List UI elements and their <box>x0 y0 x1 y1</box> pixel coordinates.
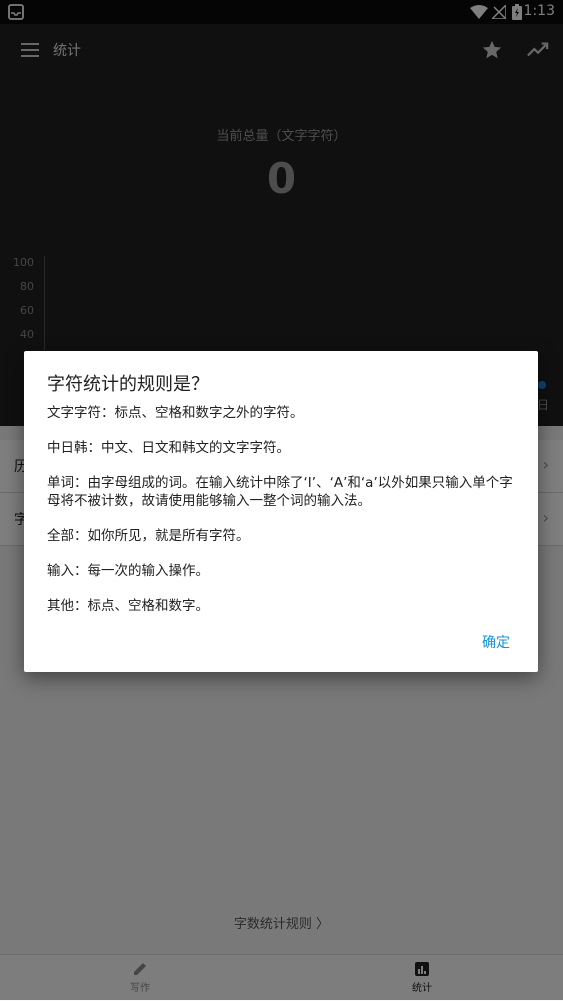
rule-words: 单词：由字母组成的词。在输入统计中除了‘I’、‘A’和‘a’以外如果只输入单个字… <box>47 475 513 509</box>
rule-input: 输入：每一次的输入操作。 <box>47 563 209 579</box>
dialog-title: 字符统计的规则是？ <box>47 374 209 395</box>
rules-dialog: 字符统计的规则是？ 文字字符：标点、空格和数字之外的字符。 中日韩：中文、日文和… <box>24 351 538 672</box>
rule-text: 文字字符：标点、空格和数字之外的字符。 <box>47 405 304 421</box>
rule-other: 其他：标点、空格和数字。 <box>47 598 209 614</box>
ok-button[interactable]: 确定 <box>482 632 510 652</box>
rule-all: 全部：如你所见，就是所有字符。 <box>47 528 250 544</box>
rule-cjk: 中日韩：中文、日文和韩文的文字字符。 <box>47 440 290 456</box>
